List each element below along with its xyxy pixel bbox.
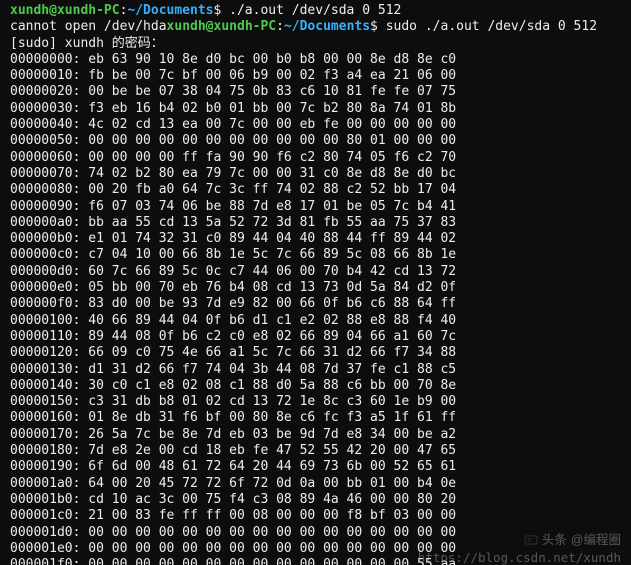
hexdump-row: 00000170: 26 5a 7c be 8e 7d eb 03 be 9d … (10, 427, 621, 443)
cwd: ~/Documents (284, 19, 370, 34)
hexdump-row: 000000b0: e1 01 74 32 31 c0 89 44 04 40 … (10, 231, 621, 247)
hexdump-row: 00000060: 00 00 00 00 ff fa 90 90 f6 c2 … (10, 150, 621, 166)
watermark-blog: https://blog.csdn.net/xundh (418, 550, 621, 565)
hexdump-row: 00000180: 7d e8 2e 00 cd 18 eb fe 47 52 … (10, 443, 621, 459)
hexdump-row: 00000120: 66 09 c0 75 4e 66 a1 5c 7c 66 … (10, 345, 621, 361)
hexdump-row: 000001a0: 64 00 20 45 72 72 6f 72 0d 0a … (10, 476, 621, 492)
hexdump-row: 000001c0: 21 00 83 fe ff ff 00 08 00 00 … (10, 508, 621, 524)
hexdump-row: 000000f0: 83 d0 00 be 93 7d e9 82 00 66 … (10, 296, 621, 312)
hexdump-row: 00000110: 89 44 08 0f b6 c2 c0 e8 02 66 … (10, 329, 621, 345)
cwd: ~/Documents (127, 3, 213, 18)
toutiao-icon (524, 533, 538, 547)
hexdump-row: 00000050: 00 00 00 00 00 00 00 00 00 00 … (10, 133, 621, 149)
hexdump-row: 00000070: 74 02 b2 80 ea 79 7c 00 00 31 … (10, 166, 621, 182)
hexdump-row: 00000150: c3 31 db b8 01 02 cd 13 72 1e … (10, 394, 621, 410)
user-host: xundh@xundh-PC (10, 3, 120, 18)
hexdump-row: 00000160: 01 8e db 31 f6 bf 00 80 8e c6 … (10, 410, 621, 426)
watermark-overlay: 头条 @编程圈 https://blog.csdn.net/xundh (418, 533, 621, 565)
hexdump-row: 00000000: eb 63 90 10 8e d0 bc 00 b0 b8 … (10, 52, 621, 68)
hexdump-row: 000001b0: cd 10 ac 3c 00 75 f4 c3 08 89 … (10, 492, 621, 508)
sep: $ (214, 3, 230, 18)
watermark-title: 头条 (542, 533, 567, 548)
watermark-user: @编程圈 (571, 533, 621, 548)
output-text: cannot open /dev/hda (10, 19, 167, 34)
hexdump-row: 00000020: 00 be be 07 38 04 75 0b 83 c6 … (10, 84, 621, 100)
hexdump-row: 00000140: 30 c0 c1 e8 02 08 c1 88 d0 5a … (10, 378, 621, 394)
hexdump-row: 000000a0: bb aa 55 cd 13 5a 52 72 3d 81 … (10, 215, 621, 231)
command-text: ./a.out /dev/sda 0 512 (229, 3, 401, 18)
hexdump-row: 00000080: 00 20 fb a0 64 7c 3c ff 74 02 … (10, 182, 621, 198)
hexdump-row: 00000130: d1 31 d2 66 f7 74 04 3b 44 08 … (10, 362, 621, 378)
hexdump-row: 00000100: 40 66 89 44 04 0f b6 d1 c1 e2 … (10, 313, 621, 329)
hexdump-row: 00000190: 6f 6d 00 48 61 72 64 20 44 69 … (10, 459, 621, 475)
hexdump-row: 00000040: 4c 02 cd 13 ea 00 7c 00 00 eb … (10, 117, 621, 133)
user-host: xundh@xundh-PC (167, 19, 277, 34)
prompt-line-1[interactable]: xundh@xundh-PC:~/Documents$ ./a.out /dev… (10, 3, 621, 19)
command-text: sudo ./a.out /dev/sda 0 512 (386, 19, 597, 34)
hexdump-row: 00000030: f3 eb 16 b4 02 b0 01 bb 00 7c … (10, 101, 621, 117)
hexdump-row: 00000090: f6 07 03 74 06 be 88 7d e8 17 … (10, 199, 621, 215)
hexdump-row: 00000010: fb be 00 7c bf 00 06 b9 00 02 … (10, 68, 621, 84)
output-and-prompt[interactable]: cannot open /dev/hdaxundh@xundh-PC:~/Doc… (10, 19, 621, 35)
sudo-password-prompt: [sudo] xundh 的密码： (10, 36, 621, 52)
hexdump-row: 000000c0: c7 04 10 00 66 8b 1e 5c 7c 66 … (10, 247, 621, 263)
hexdump-row: 000000d0: 60 7c 66 89 5c 0c c7 44 06 00 … (10, 264, 621, 280)
colon: : (276, 19, 284, 34)
sep: $ (370, 19, 386, 34)
hexdump-row: 000000e0: 05 bb 00 70 eb 76 b4 08 cd 13 … (10, 280, 621, 296)
